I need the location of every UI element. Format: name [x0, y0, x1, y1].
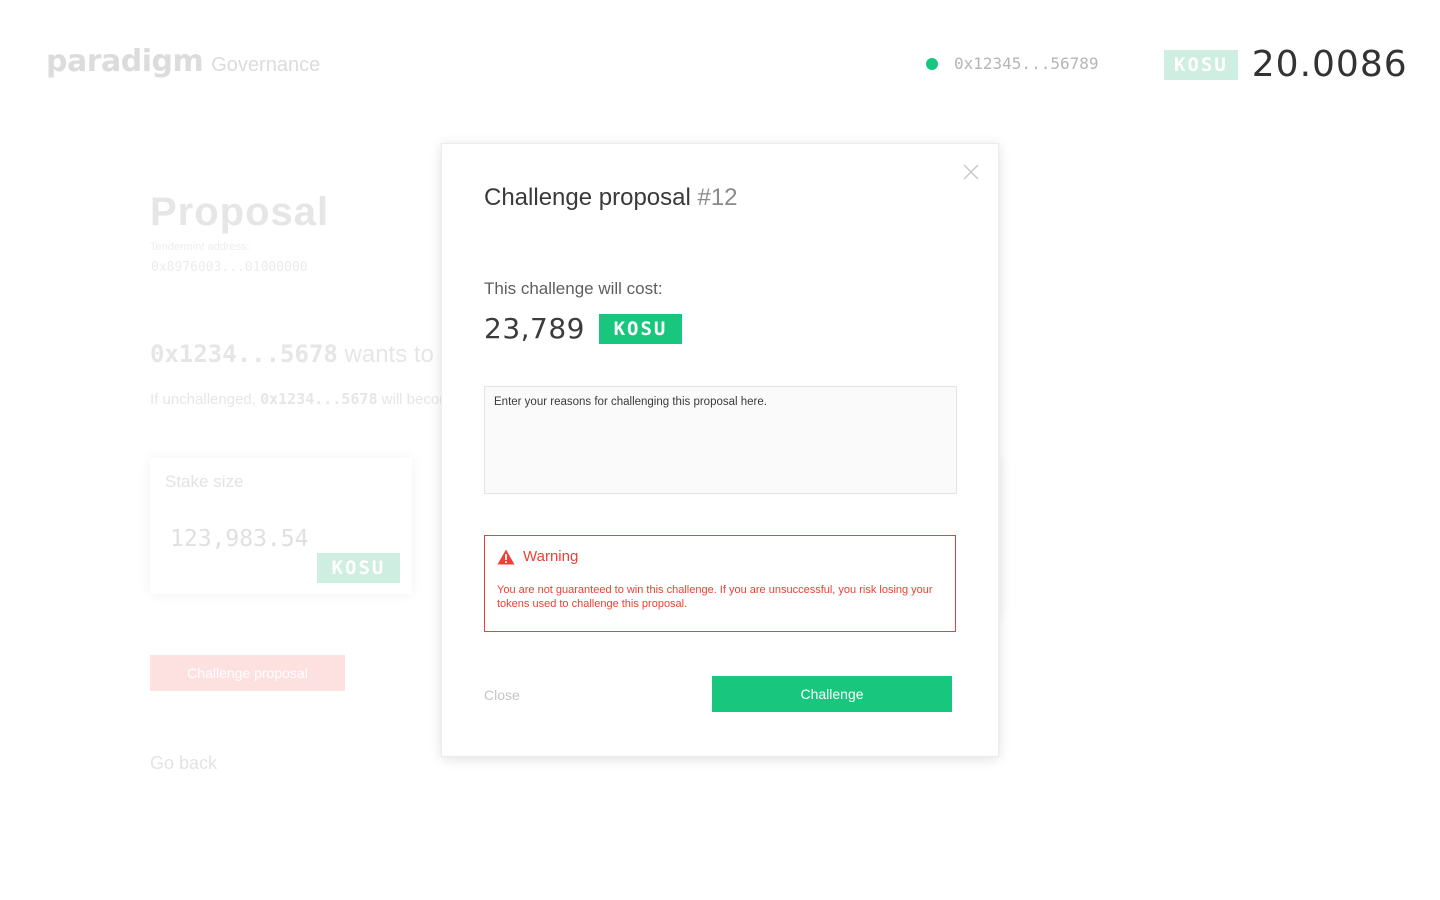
wallet-status[interactable]: 0x12345...56789 — [926, 54, 1099, 73]
challenge-reason-input[interactable] — [484, 386, 957, 494]
balance-token-badge: KOSU — [1164, 49, 1238, 80]
modal-title-text: Challenge proposal — [484, 184, 698, 211]
logo-subtitle: Governance — [211, 54, 321, 76]
warning-box: Warning You are not guaranteed to win th… — [484, 535, 956, 632]
go-back-link[interactable]: Go back — [150, 753, 217, 774]
logo-wordmark: paradigm — [46, 44, 204, 79]
app-header: paradigm Governance 0x12345...56789 KOSU… — [0, 0, 1440, 120]
tendermint-address: 0x8976003...01000000 — [151, 260, 308, 275]
description-prefix: If unchallenged, — [150, 391, 261, 408]
cost-row: 23,789 KOSU — [484, 312, 682, 345]
logo[interactable]: paradigm Governance — [46, 44, 320, 79]
stake-size-card: Stake size 123,983.54 KOSU — [150, 458, 412, 594]
wallet-address: 0x12345...56789 — [954, 54, 1099, 73]
cost-label: This challenge will cost: — [484, 279, 663, 298]
cost-value: 23,789 — [484, 312, 585, 345]
proposal-heading: 0x1234...5678 wants to be — [150, 340, 467, 369]
close-button[interactable]: Close — [484, 687, 520, 703]
balance-value: 20.0086 — [1251, 44, 1408, 85]
stake-size-value: 123,983.54 — [170, 526, 309, 552]
description-address: 0x1234...5678 — [260, 390, 378, 408]
token-balance: KOSU 20.0086 — [1164, 44, 1408, 85]
page-title: Proposal — [150, 190, 330, 234]
stake-size-label: Stake size — [165, 472, 244, 491]
challenge-button[interactable]: Challenge — [712, 676, 952, 712]
warning-text: You are not guaranteed to win this chall… — [497, 584, 933, 610]
connected-status-icon — [926, 57, 938, 70]
close-icon[interactable] — [961, 162, 981, 182]
proposal-description: If unchallenged, 0x1234...5678 will beco… — [150, 390, 452, 408]
tendermint-label: Tendermint address: — [150, 241, 250, 253]
challenge-proposal-button[interactable]: Challenge proposal — [150, 655, 345, 691]
stake-token-badge: KOSU — [317, 553, 400, 583]
modal-title: Challenge proposal #12 — [484, 184, 738, 212]
proposer-address: 0x1234...5678 — [150, 340, 338, 368]
proposal-number: #12 — [697, 184, 738, 211]
challenge-modal: Challenge proposal #12 This challenge wi… — [441, 143, 999, 757]
warning-icon — [497, 549, 515, 564]
cost-token-badge: KOSU — [598, 313, 682, 344]
warning-title: Warning — [523, 548, 579, 565]
warning-header: Warning — [497, 548, 578, 565]
